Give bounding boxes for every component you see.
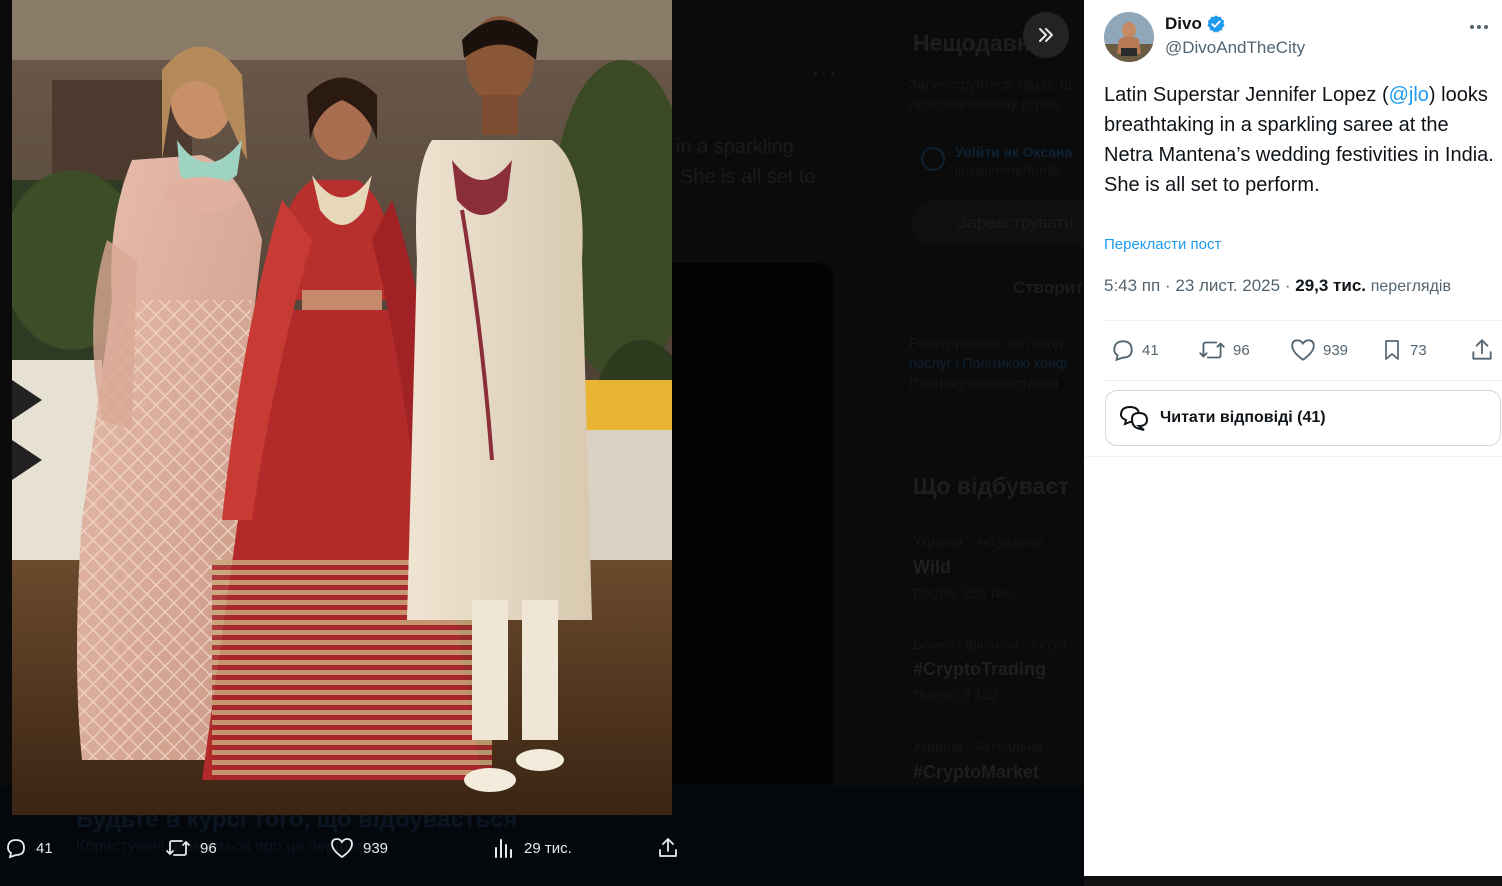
trend-posts: Постів: 3 132 [913, 687, 998, 703]
signup-heading: Нещодавн [913, 30, 1031, 56]
verified-icon [1207, 15, 1225, 33]
terms-line-3: Політику використання [909, 375, 1059, 391]
display-name-text: Divo [1165, 14, 1202, 33]
photo-illustration [12, 0, 672, 815]
trend-name[interactable]: #CryptoMarket [913, 762, 1039, 783]
bookmark-count: 73 [1410, 341, 1427, 359]
bg-tweet-fragment-2: She is all set to [680, 166, 816, 188]
expand-icon [1039, 28, 1053, 42]
terms-line-1: Реєструючись, ви погод [909, 335, 1064, 351]
tweet-detail-panel: Divo @DivoAndTheCity Latin Superstar Jen… [1084, 0, 1502, 876]
bg-photo [672, 263, 833, 785]
divider [1104, 320, 1502, 321]
repost-icon [1199, 341, 1225, 359]
media-repost-count: 96 [200, 839, 217, 857]
views-icon [495, 839, 512, 858]
trend-category: Україна · Актуальне [913, 533, 1043, 549]
repost-button[interactable]: 96 [1197, 336, 1250, 364]
share-icon [1472, 339, 1492, 360]
media-action-bar: 41 96 939 29 тис. [0, 830, 700, 866]
share-button[interactable] [1469, 336, 1495, 364]
display-name[interactable]: Divo [1165, 14, 1226, 34]
login-email: iloveummerfun@ [955, 162, 1062, 178]
avatar[interactable] [1104, 12, 1154, 62]
share-icon [659, 838, 677, 857]
expand-button[interactable] [1023, 12, 1069, 58]
media-viewer: Нещодавн Зареєструйтеся зараз, щ персона… [0, 0, 1502, 886]
repost-count: 96 [1233, 341, 1250, 359]
terms-line-2[interactable]: послуг і Політикою конф [909, 353, 1067, 373]
create-account-label[interactable]: Створит [1013, 278, 1083, 298]
translate-post-link[interactable]: Перекласти пост [1104, 236, 1221, 253]
register-apple-label: Зареєструвати [957, 213, 1074, 232]
tweet-time[interactable]: 5:43 пп [1104, 276, 1160, 295]
login-as-label[interactable]: Увійти як Оксана [955, 142, 1072, 162]
media-repost-button[interactable]: 96 [164, 830, 217, 866]
repost-icon [166, 840, 190, 856]
bookmark-icon [1385, 340, 1399, 360]
trend-category: Україна · Актуальне [913, 738, 1043, 754]
media-views-count: 29 тис. [524, 839, 572, 857]
trend-category: Бізнес і фінанси · Актуа [913, 636, 1068, 652]
media-like-button[interactable]: 939 [329, 830, 388, 866]
signup-subtext-1: Зареєструйтеся зараз, щ [909, 76, 1072, 92]
user-handle[interactable]: @DivoAndTheCity [1165, 38, 1305, 58]
trend-name[interactable]: Wild [913, 557, 951, 578]
views-count: 29,3 тис. [1295, 276, 1366, 295]
taskbar-strip [1084, 876, 1502, 886]
tweet-date[interactable]: 23 лист. 2025 [1175, 276, 1280, 295]
views-label: переглядів [1370, 278, 1451, 295]
media-share-button[interactable] [656, 830, 680, 866]
trends-heading: Що відбуваєт [913, 473, 1070, 499]
reply-icon [7, 839, 25, 859]
avatar-image [1104, 12, 1154, 62]
like-count: 939 [1323, 341, 1349, 359]
media-like-count: 939 [363, 839, 389, 857]
read-replies-label: Читати відповіді (41) [1160, 409, 1326, 426]
reply-icon [1113, 340, 1133, 362]
divider [1084, 456, 1502, 457]
tweet-text-before: Latin Superstar Jennifer Lopez ( [1104, 84, 1389, 106]
media-views-button[interactable]: 29 тис. [492, 830, 572, 866]
bg-tweet-fragment-1: in a sparkling [676, 136, 794, 158]
divider [1104, 380, 1502, 381]
media-reply-button[interactable]: 41 [4, 830, 53, 866]
like-icon [331, 838, 353, 859]
media-reply-count: 41 [36, 839, 53, 857]
read-replies-button[interactable]: Читати відповіді (41) [1105, 390, 1501, 446]
signup-subtext-2: персоналізовану стрічк [909, 96, 1060, 112]
more-button[interactable] [1466, 14, 1492, 40]
like-icon [1291, 339, 1315, 361]
trend-posts: Постів: 220 тис. [913, 585, 1015, 601]
bookmark-button[interactable]: 73 [1380, 336, 1427, 364]
more-icon [1470, 25, 1488, 29]
reply-button[interactable]: 41 [1110, 336, 1159, 364]
meta-separator: · [1284, 276, 1291, 295]
tweet-meta: 5:43 пп · 23 лист. 2025 · 29,3 тис. пере… [1104, 276, 1451, 296]
meta-separator: · [1164, 276, 1171, 295]
tweet-photo[interactable] [12, 0, 672, 815]
reply-count: 41 [1142, 341, 1159, 359]
tweet-text: Latin Superstar Jennifer Lopez (@jlo) lo… [1104, 80, 1494, 200]
trend-name[interactable]: #CryptoTrading [913, 659, 1046, 680]
mention-link[interactable]: @jlo [1389, 84, 1429, 106]
replies-bubble-icon [1119, 405, 1149, 431]
like-button[interactable]: 939 [1289, 336, 1348, 364]
bg-more-icon[interactable]: ··· [812, 62, 838, 85]
account-icon [921, 147, 945, 171]
